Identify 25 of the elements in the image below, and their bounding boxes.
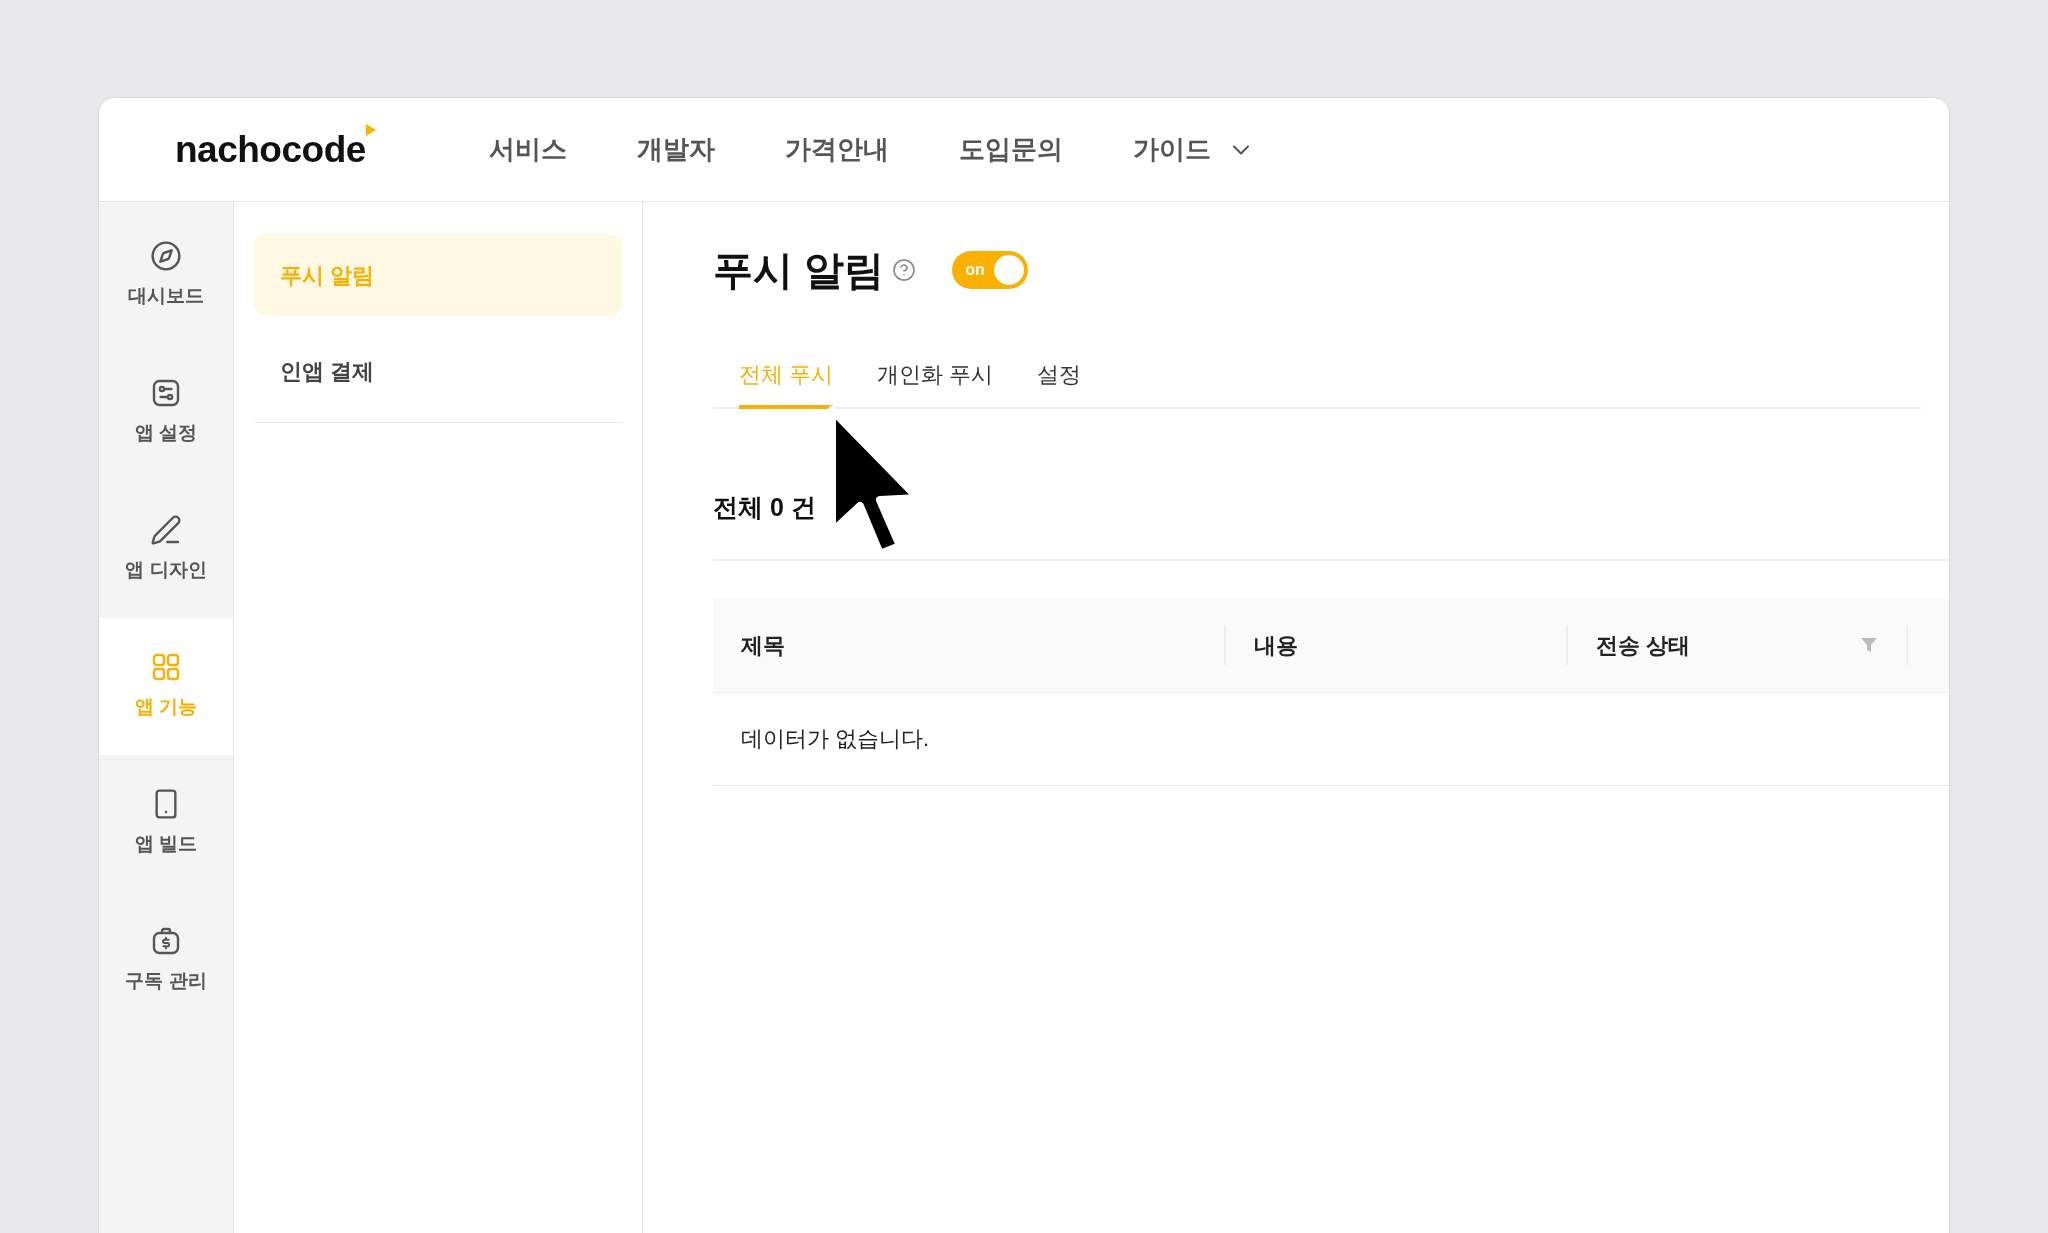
sidebar-item[interactable]: 앱 디자인 — [99, 481, 233, 618]
pen-icon — [150, 514, 182, 547]
nav-link[interactable]: 가이드 — [1133, 130, 1255, 169]
tab[interactable]: 개인화 푸시 — [877, 358, 994, 409]
help-icon[interactable] — [892, 258, 917, 282]
logo-mark-icon — [365, 123, 376, 136]
tab[interactable]: 설정 — [1037, 358, 1082, 409]
submenu-item[interactable]: 인앱 결제 — [254, 330, 622, 412]
sidebar-item[interactable]: 앱 빌드 — [99, 755, 233, 892]
sidebar-item[interactable]: 앱 설정 — [99, 344, 233, 481]
logo[interactable]: nachocode — [175, 121, 366, 178]
compass-icon — [150, 240, 182, 273]
filter-icon[interactable] — [1860, 636, 1878, 654]
column-header[interactable]: 내용 — [1224, 625, 1566, 665]
nav-link[interactable]: 개발자 — [637, 130, 715, 169]
nav-link[interactable]: 가격안내 — [785, 130, 889, 169]
total-count: 전체 0 건 — [713, 493, 816, 521]
nav-link[interactable]: 도입문의 — [959, 130, 1063, 169]
nav-link[interactable]: 서비스 — [489, 130, 567, 169]
column-header[interactable]: 전송 상태 — [1566, 625, 1906, 665]
sidebar-item[interactable]: 구독 관리 — [99, 892, 233, 1029]
column-header[interactable]: 제목 — [713, 625, 1224, 665]
sidebar-item[interactable]: 대시보드 — [99, 207, 233, 344]
empty-message: 데이터가 없습니다. — [741, 725, 930, 753]
page-title: 푸시 알림 — [713, 247, 885, 294]
